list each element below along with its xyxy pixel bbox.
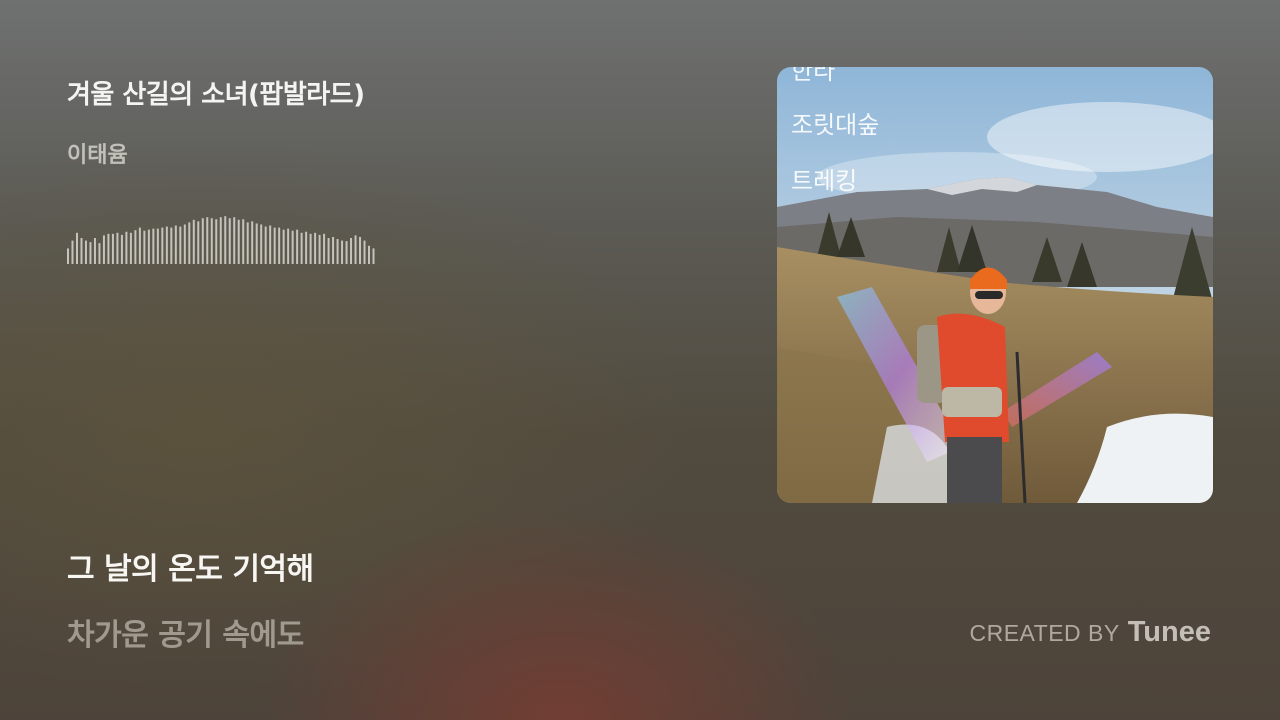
waveform-bar [359, 236, 362, 264]
waveform-bar [282, 229, 285, 264]
waveform-bar [354, 235, 357, 264]
waveform-bar [323, 233, 326, 264]
waveform-bar [147, 229, 150, 264]
waveform-bar [143, 230, 146, 264]
cover-text-line-3: 트레킹 [791, 167, 857, 195]
waveform-bar [93, 238, 96, 264]
waveform-bar [372, 248, 375, 264]
waveform-bar [102, 235, 105, 264]
waveform-bar [219, 217, 222, 264]
waveform-bar [251, 221, 254, 264]
waveform-bar [129, 232, 132, 264]
waveform-bar [197, 221, 200, 264]
cover-text-line-1: 한라 [791, 67, 835, 85]
waveform-bar [242, 219, 245, 264]
waveform-bar [233, 217, 236, 264]
waveform-bar [170, 227, 173, 264]
waveform-bar [273, 227, 276, 264]
waveform-bar [152, 228, 155, 264]
artist-name: 이태윰 [67, 143, 128, 168]
waveform-bar [246, 222, 249, 264]
audio-waveform [67, 216, 375, 264]
waveform-bar [264, 226, 267, 264]
waveform-bar [345, 241, 348, 264]
waveform-bar [201, 218, 204, 264]
waveform-bar [260, 224, 263, 264]
song-title: 겨울 산길의 소녀(팝발라드) [67, 80, 365, 110]
waveform-bar [120, 234, 123, 264]
waveform-bar [156, 228, 159, 264]
waveform-bar [305, 231, 308, 264]
waveform-bar [215, 219, 218, 264]
waveform-bar [332, 236, 335, 264]
waveform-bar [318, 234, 321, 264]
waveform-bar [336, 239, 339, 264]
lyric-current-line: 그 날의 온도 기억해 [67, 552, 314, 587]
waveform-bar [255, 223, 258, 264]
waveform-bar [165, 226, 168, 264]
cover-text-line-2: 조릿대숲 [791, 111, 879, 139]
waveform-bar [350, 238, 353, 264]
waveform-bar [228, 218, 231, 264]
waveform-bar [125, 231, 128, 264]
album-cover: 한라 조릿대숲 트레킹 [777, 67, 1213, 503]
waveform-bar [71, 240, 74, 264]
waveform-bar [210, 218, 213, 264]
waveform-bar [98, 243, 101, 264]
waveform-bar [111, 233, 114, 264]
waveform-bar [134, 230, 137, 264]
waveform-bar [116, 232, 119, 264]
waveform-bar [300, 232, 303, 264]
waveform-bar [309, 233, 312, 264]
album-cover-image: 한라 조릿대숲 트레킹 [777, 67, 1213, 503]
waveform-bar [107, 233, 110, 264]
waveform-bar [296, 229, 299, 264]
waveform-bar [287, 228, 290, 264]
waveform-bar [89, 242, 92, 264]
waveform-bar [368, 245, 371, 264]
waveform-bar [278, 227, 281, 264]
waveform-bar [237, 219, 240, 264]
waveform-bar [84, 240, 87, 264]
waveform-bar [75, 232, 78, 264]
waveform-bar [179, 226, 182, 264]
lyric-next-line: 차가운 공기 속에도 [67, 618, 304, 653]
waveform-bar [327, 238, 330, 264]
waveform-bar [363, 240, 366, 264]
waveform-bar [314, 232, 317, 264]
waveform-bar [206, 217, 209, 264]
waveform-bar [138, 227, 141, 264]
credit-prefix: CREATED BY [969, 620, 1120, 646]
credit-watermark: CREATED BY Tunee [969, 616, 1211, 649]
waveform-bar [192, 219, 195, 264]
waveform-bar [291, 230, 294, 264]
waveform-bar [269, 225, 272, 264]
waveform-bar [67, 248, 69, 264]
waveform-bar [183, 224, 186, 264]
waveform-bar [161, 227, 164, 264]
waveform-bar [188, 222, 191, 264]
waveform-bar [224, 216, 227, 264]
credit-brand: Tunee [1127, 616, 1211, 648]
waveform-bar [174, 225, 177, 264]
waveform-bar [80, 238, 83, 264]
waveform-bar [341, 240, 344, 264]
